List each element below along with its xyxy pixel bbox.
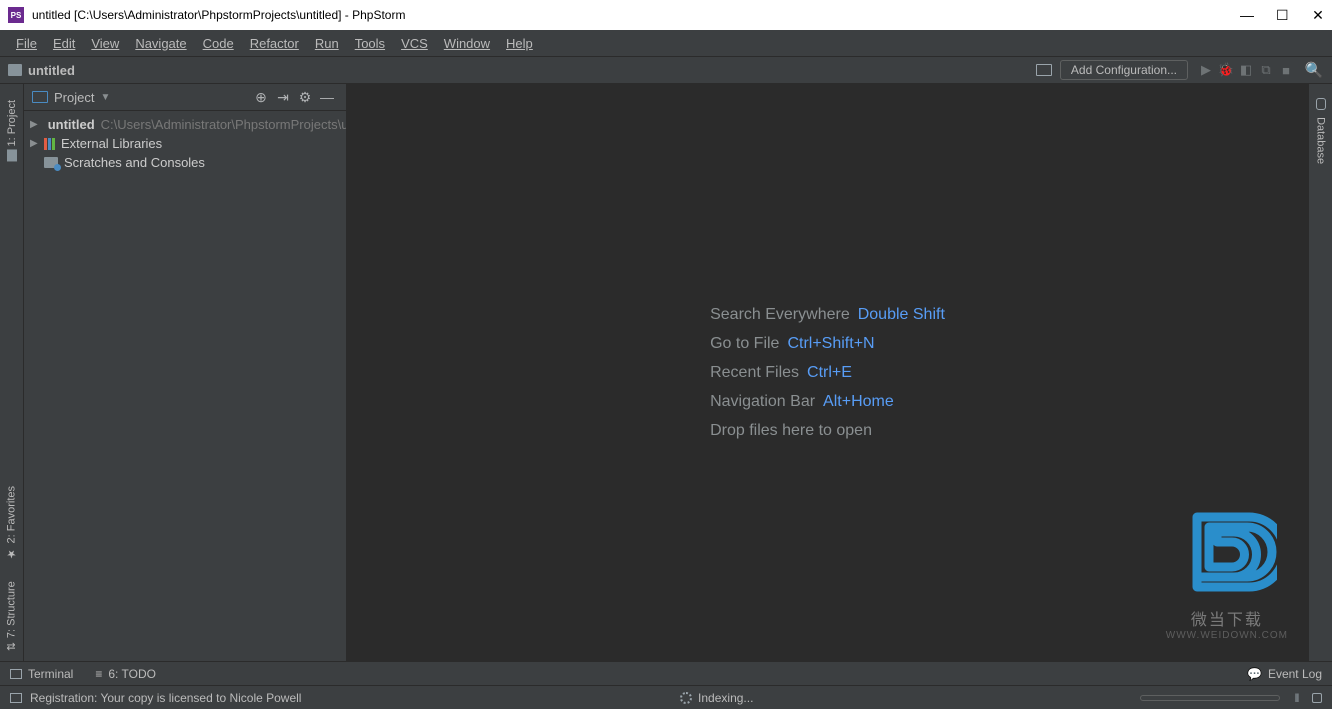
scratch-icon (44, 157, 58, 168)
hint-label: Drop files here to open (710, 422, 872, 439)
navigation-bar: untitled Add Configuration... ▶ 🐞 ◧ ⧉ ■ … (0, 57, 1332, 84)
todo-icon: ≡ (95, 667, 102, 681)
tree-node-external-libraries[interactable]: ▶ External Libraries (24, 134, 346, 153)
menu-edit[interactable]: Edit (45, 36, 83, 51)
project-tree: ▶ untitled C:\Users\Administrator\Phpsto… (24, 111, 346, 661)
tool-tab-label: Database (1315, 117, 1327, 164)
menu-refactor[interactable]: Refactor (242, 36, 307, 51)
project-view-icon (32, 91, 48, 103)
structure-icon: ⇅ (5, 642, 18, 651)
tree-node-scratches[interactable]: Scratches and Consoles (24, 153, 346, 172)
empty-editor-hints: Search Everywhere Double Shift Go to File… (710, 295, 945, 451)
tool-tab-project[interactable]: 1: Project (4, 90, 20, 170)
chevron-right-icon[interactable]: ▶ (30, 119, 38, 130)
tree-node-label: Scratches and Consoles (64, 155, 205, 170)
statusbar: Registration: Your copy is licensed to N… (0, 685, 1332, 709)
search-icon[interactable]: 🔍 (1306, 62, 1322, 78)
chevron-right-icon[interactable]: ▶ (30, 138, 40, 149)
coverage-icon[interactable]: ◧ (1238, 62, 1254, 78)
watermark-text: 微当下载 (1191, 606, 1263, 630)
menu-run[interactable]: Run (307, 36, 347, 51)
right-tool-gutter: Database (1308, 84, 1332, 661)
hint-shortcut: Ctrl+E (807, 364, 852, 381)
hint-shortcut: Ctrl+Shift+N (787, 335, 874, 352)
project-panel-title[interactable]: Project (54, 90, 94, 105)
tool-tab-label: 1: Project (6, 100, 18, 146)
bottom-tool-bar: Terminal ≡ 6: TODO 💬 Event Log (0, 661, 1332, 685)
project-icon (7, 149, 17, 161)
tree-node-label: untitled (48, 117, 95, 132)
tool-tab-label: Event Log (1268, 667, 1322, 681)
chevron-down-icon[interactable]: ▼ (100, 92, 110, 103)
settings-icon[interactable]: ⚙ (296, 88, 314, 106)
hint-label: Go to File (710, 335, 779, 352)
breadcrumb[interactable]: untitled (28, 63, 75, 78)
bug-icon[interactable]: 🐞 (1218, 62, 1234, 78)
hint-label: Search Everywhere (710, 306, 850, 323)
tool-tab-database[interactable]: Database (1313, 90, 1329, 172)
attach-icon[interactable]: ⧉ (1258, 62, 1274, 78)
libraries-icon (44, 138, 55, 150)
tool-tab-structure[interactable]: ⇅ 7: Structure (3, 571, 20, 661)
status-progress-text: Indexing... (698, 691, 753, 705)
database-icon (1316, 98, 1326, 110)
menu-vcs[interactable]: VCS (393, 36, 436, 51)
target-icon[interactable]: ⊕ (252, 88, 270, 106)
tool-tab-todo[interactable]: ≡ 6: TODO (95, 667, 156, 681)
tree-node-path: C:\Users\Administrator\PhpstormProjects\… (101, 117, 346, 132)
menu-view[interactable]: View (83, 36, 127, 51)
pause-button[interactable]: ‖ (1290, 691, 1304, 705)
hint-shortcut: Alt+Home (823, 393, 894, 410)
tool-tab-event-log[interactable]: 💬 Event Log (1247, 667, 1322, 681)
close-button[interactable]: ✕ (1312, 7, 1324, 24)
event-log-icon: 💬 (1247, 667, 1262, 681)
tool-tab-favorites[interactable]: ★ 2: Favorites (3, 476, 20, 570)
menu-tools[interactable]: Tools (347, 36, 393, 51)
editor-area[interactable]: Search Everywhere Double Shift Go to File… (347, 84, 1308, 661)
app-icon: PS (8, 7, 24, 23)
window-title: untitled [C:\Users\Administrator\Phpstor… (32, 8, 1240, 22)
tree-node-project-root[interactable]: ▶ untitled C:\Users\Administrator\Phpsto… (24, 115, 346, 134)
menu-help[interactable]: Help (498, 36, 541, 51)
tool-windows-icon[interactable] (10, 693, 22, 703)
menu-navigate[interactable]: Navigate (127, 36, 194, 51)
project-panel-header: Project ▼ ⊕ ⇥ ⚙ — (24, 84, 346, 111)
lock-icon[interactable] (1312, 693, 1322, 703)
stop-icon[interactable]: ■ (1278, 62, 1294, 78)
menubar: File Edit View Navigate Code Refactor Ru… (0, 30, 1332, 57)
add-configuration-button[interactable]: Add Configuration... (1060, 60, 1188, 80)
play-icon[interactable]: ▶ (1198, 62, 1214, 78)
spinner-icon (680, 692, 692, 704)
maximize-button[interactable]: ☐ (1276, 7, 1288, 24)
left-tool-gutter: 1: Project ★ 2: Favorites ⇅ 7: Structure (0, 84, 24, 661)
watermark-url: WWW.WEIDOWN.COM (1166, 630, 1288, 641)
tool-tab-label: 6: TODO (108, 667, 156, 681)
progress-bar[interactable] (1140, 695, 1280, 701)
hide-icon[interactable]: — (318, 88, 336, 106)
tree-node-label: External Libraries (61, 136, 162, 151)
hint-shortcut: Double Shift (858, 306, 945, 323)
titlebar: PS untitled [C:\Users\Administrator\Phps… (0, 0, 1332, 30)
folder-icon (8, 64, 22, 76)
tool-tab-terminal[interactable]: Terminal (10, 667, 73, 681)
menu-code[interactable]: Code (195, 36, 242, 51)
status-message: Registration: Your copy is licensed to N… (30, 691, 301, 705)
window-layout-icon[interactable] (1036, 64, 1052, 76)
menu-window[interactable]: Window (436, 36, 498, 51)
tool-tab-label: 2: Favorites (6, 486, 18, 543)
watermark: 微当下载 WWW.WEIDOWN.COM (1166, 502, 1288, 641)
menu-file[interactable]: File (8, 36, 45, 51)
minimize-button[interactable]: — (1240, 7, 1252, 24)
hint-label: Navigation Bar (710, 393, 815, 410)
terminal-icon (10, 669, 22, 679)
hint-label: Recent Files (710, 364, 799, 381)
tool-tab-label: 7: Structure (6, 581, 18, 638)
tool-tab-label: Terminal (28, 667, 73, 681)
collapse-icon[interactable]: ⇥ (274, 88, 292, 106)
project-panel: Project ▼ ⊕ ⇥ ⚙ — ▶ untitled C:\Users\Ad… (24, 84, 347, 661)
star-icon: ★ (5, 548, 18, 561)
